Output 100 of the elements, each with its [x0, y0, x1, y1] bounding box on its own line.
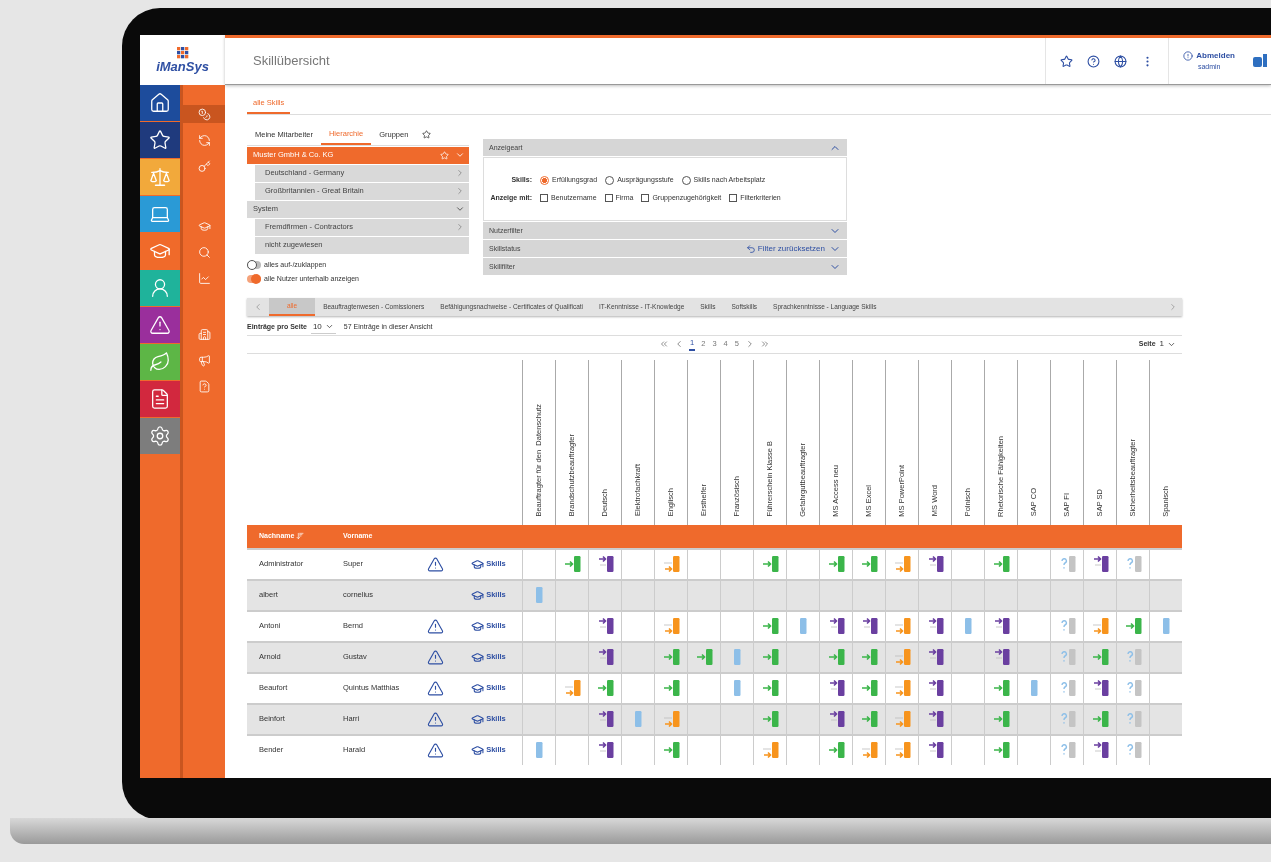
document-icon — [149, 388, 171, 410]
person-icon — [149, 277, 171, 299]
skill-status-icon — [992, 710, 1010, 728]
skill-status-icon — [662, 617, 680, 635]
reset-filter-link[interactable]: Filter zurücksetzen — [745, 242, 825, 255]
star-icon — [149, 129, 171, 151]
chevron-down-icon[interactable] — [455, 204, 465, 214]
cap-icon — [471, 557, 485, 571]
skill-status-icon — [563, 555, 581, 573]
skill-status-icon — [827, 617, 845, 635]
toggle-switch[interactable] — [247, 275, 261, 284]
warning-icon[interactable] — [426, 710, 444, 728]
chevron-right-icon[interactable] — [455, 222, 465, 232]
first-page-icon[interactable] — [659, 339, 670, 349]
skill-status-icon — [1124, 710, 1142, 728]
undo-icon — [745, 243, 756, 254]
skill-status-icon — [634, 710, 642, 728]
search-icon — [197, 245, 211, 259]
skill-status-icon — [596, 710, 614, 728]
warning-icon[interactable] — [426, 648, 444, 666]
skill-status-icon — [992, 648, 1010, 666]
graduation-cap-icon — [197, 219, 211, 233]
skill-status-icon — [761, 741, 779, 759]
skill-status-icon — [1058, 555, 1076, 573]
key-icon — [197, 159, 211, 173]
skill-status-icon — [860, 617, 878, 635]
skill-status-icon — [893, 710, 911, 728]
skill-status-icon — [893, 555, 911, 573]
skill-status-icon — [860, 555, 878, 573]
toggle-switch[interactable] — [247, 260, 261, 269]
skill-status-icon — [1124, 555, 1142, 573]
chevron-down-icon[interactable] — [455, 150, 465, 160]
skill-status-icon — [992, 741, 1010, 759]
skill-status-icon — [893, 679, 911, 697]
page-title: Skillübersicht — [252, 52, 331, 71]
skill-status-icon — [733, 648, 741, 666]
star-icon[interactable] — [1060, 54, 1074, 68]
skill-status-icon — [992, 617, 1010, 635]
skill-status-icon — [1091, 555, 1109, 573]
skill-status-icon — [1058, 617, 1076, 635]
skill-status-icon — [827, 555, 845, 573]
cap-icon — [471, 650, 485, 664]
logo-grid-icon — [176, 46, 189, 59]
skill-status-icon — [662, 741, 680, 759]
skill-status-icon — [893, 741, 911, 759]
favorites-tab-icon[interactable] — [422, 130, 432, 140]
rail-item[interactable] — [140, 122, 180, 158]
skill-status-icon — [596, 741, 614, 759]
leaf-icon — [149, 351, 171, 373]
skill-status-icon — [662, 555, 680, 573]
warning-icon[interactable] — [426, 555, 444, 573]
skill-status-icon — [926, 710, 944, 728]
skill-status-icon — [1091, 741, 1109, 759]
skill-status-icon — [827, 679, 845, 697]
skill-status-icon — [761, 617, 779, 635]
skill-status-icon — [926, 679, 944, 697]
rail-item[interactable] — [140, 85, 180, 121]
skill-status-icon — [695, 648, 713, 666]
skill-status-icon — [535, 741, 543, 759]
skill-status-icon — [662, 710, 680, 728]
cap-icon — [471, 619, 485, 633]
cap-icon — [471, 588, 485, 602]
rail-item[interactable] — [140, 307, 180, 343]
skill-status-icon — [860, 648, 878, 666]
skill-status-icon — [827, 648, 845, 666]
skill-status-icon — [596, 617, 614, 635]
scroll-left-icon[interactable] — [253, 301, 263, 312]
skill-status-icon — [1058, 710, 1076, 728]
cap-icon — [471, 743, 485, 757]
last-page-icon[interactable] — [759, 339, 770, 349]
skill-status-icon — [926, 555, 944, 573]
skill-status-icon — [893, 617, 911, 635]
sort-icon — [296, 532, 305, 540]
skill-status-icon — [1091, 648, 1109, 666]
warning-icon[interactable] — [426, 617, 444, 635]
page-size-select[interactable]: 10 — [310, 320, 336, 334]
skill-status-icon — [1124, 741, 1142, 759]
logout-icon — [1183, 50, 1194, 61]
skill-status-icon — [827, 710, 845, 728]
settings-icon — [149, 425, 171, 447]
skill-status-icon — [964, 617, 972, 635]
skill-status-icon — [992, 555, 1010, 573]
skill-status-icon — [1058, 679, 1076, 697]
skill-status-icon — [596, 648, 614, 666]
globe-icon[interactable] — [1114, 54, 1128, 68]
warning-icon[interactable] — [426, 679, 444, 697]
skill-status-icon — [761, 679, 779, 697]
help-icon[interactable] — [1087, 54, 1101, 68]
skill-status-icon — [761, 555, 779, 573]
skill-status-icon — [761, 648, 779, 666]
skill-status-icon — [860, 679, 878, 697]
scroll-right-icon[interactable] — [1168, 301, 1178, 312]
rail-item[interactable] — [140, 418, 180, 454]
skill-status-icon — [1124, 617, 1142, 635]
warning-icon[interactable] — [426, 741, 444, 759]
rail-item[interactable] — [140, 381, 180, 417]
chart-icon — [197, 271, 211, 285]
page-select[interactable]: 1 — [1159, 338, 1176, 350]
coins-icon — [197, 107, 211, 121]
skill-status-icon — [1162, 617, 1170, 635]
